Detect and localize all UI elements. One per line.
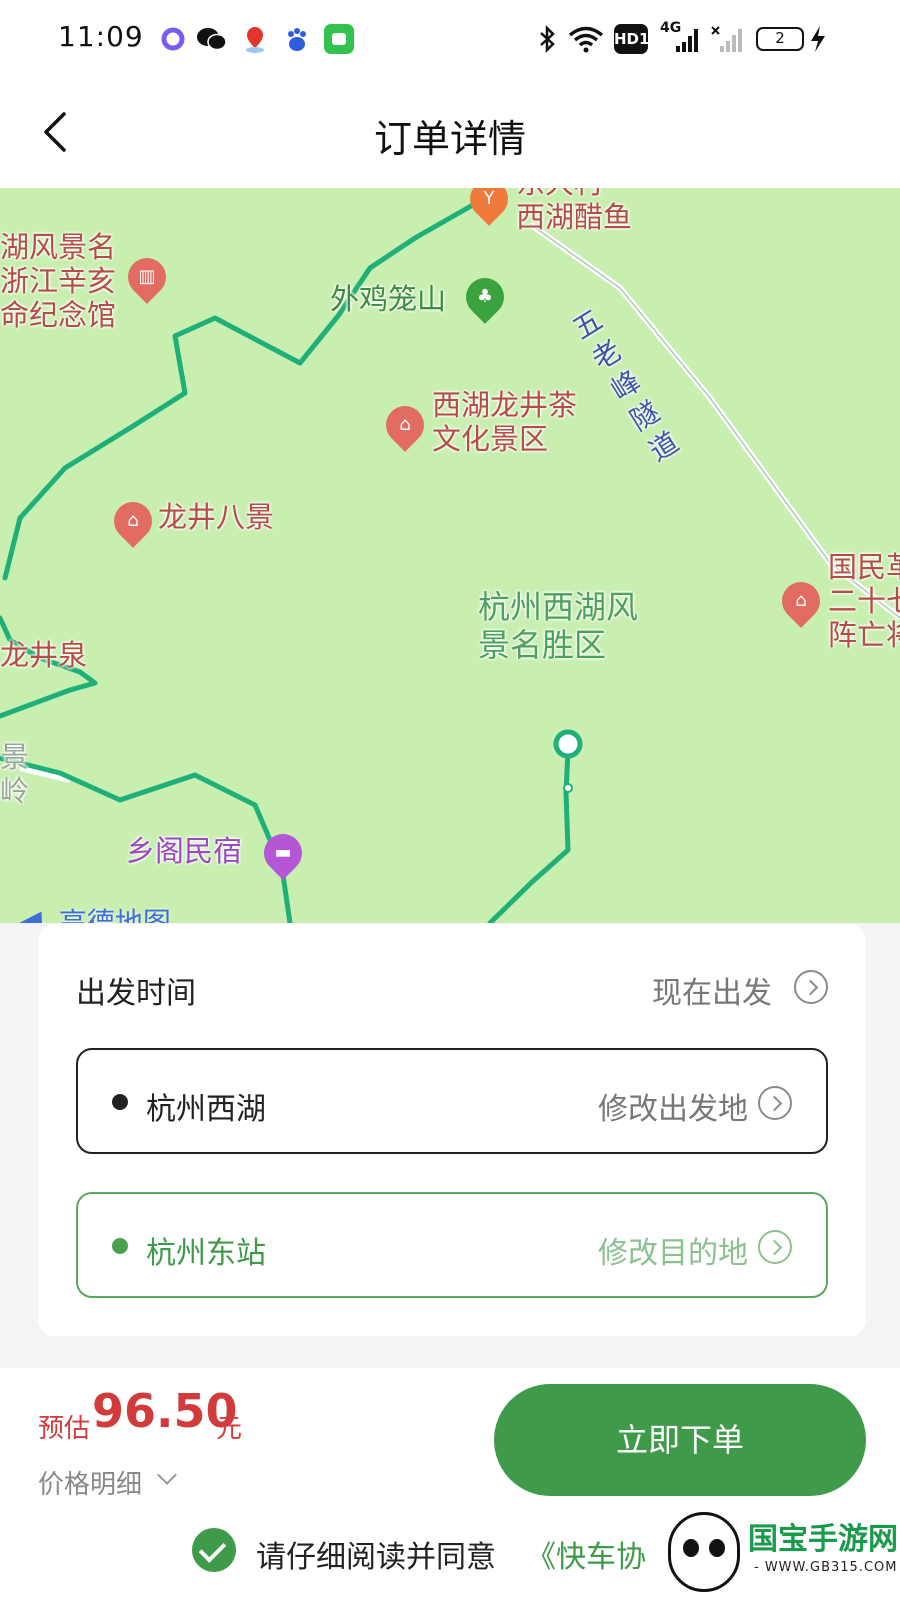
map-roads: [0, 199, 900, 923]
museum-pin-icon: ▥: [120, 250, 174, 304]
chevron-down-icon: [157, 1465, 177, 1485]
wechat-icon: [196, 24, 227, 54]
bluetooth-icon: [532, 24, 562, 54]
watermark: 国宝手游网 - WWW.GB315.COM -: [650, 1504, 900, 1600]
agreement-link[interactable]: 《快车协: [526, 1532, 646, 1576]
trip-card: 出发时间 现在出发 杭州西湖 修改出发地 杭州东站 修改目的地: [38, 924, 866, 1336]
agreement-checkbox[interactable]: [192, 1528, 236, 1572]
location-app-icon: [240, 24, 270, 54]
status-time: 11:09: [58, 20, 144, 53]
hd-icon: HD1: [614, 24, 649, 54]
chevron-right-circle-icon: [794, 970, 828, 1004]
nav-header: 订单详情: [0, 80, 900, 188]
origin-dot-icon: [112, 1094, 128, 1110]
battery-icon: 2: [756, 27, 804, 51]
poi-memorial[interactable]: 湖风景名 浙江辛亥 命纪念馆: [0, 230, 116, 332]
poi-ling[interactable]: 景 岭: [0, 740, 29, 808]
scenic-pin-icon: ⌂: [378, 398, 432, 452]
edit-destination-link[interactable]: 修改目的地: [598, 1228, 748, 1272]
hotel-pin-icon: ▬: [256, 826, 310, 880]
price-detail-link[interactable]: 价格明细: [38, 1464, 142, 1501]
charging-icon: [808, 24, 828, 54]
status-bar: 11:09 HD1 4G 2: [0, 0, 900, 80]
depart-time-row[interactable]: 出发时间 现在出发: [76, 962, 828, 1012]
wifi-icon: [568, 24, 604, 54]
poi-mountain[interactable]: 外鸡笼山: [330, 282, 446, 316]
scenic-pin-icon: ⌂: [774, 574, 828, 628]
edit-origin-link[interactable]: 修改出发地: [598, 1084, 748, 1128]
origin-field[interactable]: 杭州西湖 修改出发地: [76, 1048, 828, 1154]
map-logo-text: 高德地图: [58, 906, 171, 923]
destination-field[interactable]: 杭州东站 修改目的地: [76, 1192, 828, 1298]
navigation-arrow-icon: [18, 904, 54, 923]
scenic-pin-icon: ⌂: [106, 494, 160, 548]
poi-homestay[interactable]: 乡阁民宿: [126, 834, 242, 868]
tree-pin-icon: ♣: [458, 270, 512, 324]
place-order-button[interactable]: 立即下单: [494, 1384, 866, 1496]
chevron-right-circle-icon: [758, 1230, 792, 1264]
watermark-title: 国宝手游网: [748, 1522, 898, 1557]
watermark-url: - WWW.GB315.COM -: [754, 1560, 900, 1575]
area-scenic-label: 杭州西湖风 景名胜区: [478, 588, 639, 664]
android-app-icon: [324, 24, 354, 54]
baidu-icon: [282, 24, 312, 54]
depart-time-label: 出发时间: [76, 976, 196, 1011]
poi-martyrs[interactable]: 国民革 二十七 阵亡将: [828, 550, 900, 652]
destination-name: 杭州东站: [146, 1236, 266, 1271]
origin-name: 杭州西湖: [146, 1092, 266, 1127]
route-map[interactable]: Y 东大村 西湖醋鱼 湖风景名 浙江辛亥 命纪念馆 ▥ 外鸡笼山 ♣ 五 老 峰…: [0, 188, 900, 923]
network-text: 4G: [660, 20, 682, 36]
poi-spring[interactable]: 龙井泉: [0, 638, 87, 672]
agreement-text: 请仔细阅读并同意: [256, 1540, 496, 1575]
page-title: 订单详情: [373, 117, 526, 161]
chevron-right-circle-icon: [758, 1086, 792, 1120]
depart-time-value: 现在出发: [652, 976, 772, 1011]
poi-restaurant[interactable]: 东大村 西湖醋鱼: [516, 188, 632, 234]
signal-off-icon: [710, 24, 746, 54]
destination-dot-icon: [112, 1238, 128, 1254]
panda-logo-icon: [668, 1512, 740, 1592]
price-unit: 元: [216, 1414, 243, 1444]
poi-tea-area[interactable]: 西湖龙井茶 文化景区: [432, 388, 577, 456]
price-prefix: 预估: [38, 1414, 91, 1444]
map-logo: 高德地图: [18, 901, 171, 923]
screen: 11:09 HD1 4G 2 订单详情 Y 西湖醋鱼 湖风景名 浙江辛亥 命纪念…: [0, 0, 900, 1600]
assistant-icon: [158, 24, 188, 54]
poi-longjing-eight[interactable]: 龙井八景: [158, 500, 274, 534]
signal-4g-icon: 4G: [660, 20, 700, 54]
